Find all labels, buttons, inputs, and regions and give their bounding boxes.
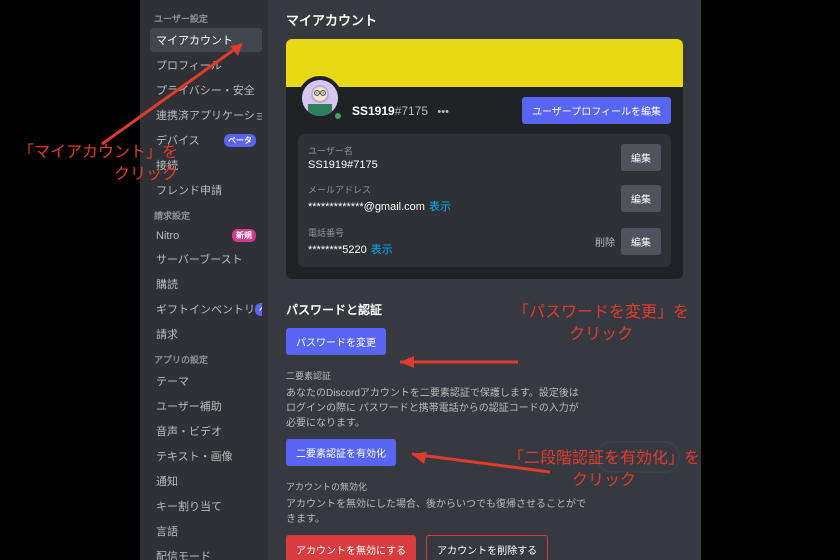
sidebar-item[interactable]: 請求 xyxy=(150,322,262,346)
field-email: メールアドレス *************@gmail.com表示 編集 xyxy=(298,177,671,220)
avatar[interactable] xyxy=(298,102,342,120)
account-fields: ユーザー名 SS1919#7175 編集 メールアドレス ***********… xyxy=(298,134,671,267)
sidebar-item[interactable]: 音声・ビデオ xyxy=(150,419,262,443)
sidebar-item-label: プライバシー・安全 xyxy=(156,82,255,98)
status-online-icon xyxy=(332,110,344,122)
delete-account-button[interactable]: アカウントを削除する xyxy=(426,535,548,560)
sidebar-badge: 新規 xyxy=(232,229,256,242)
sidebar-item-label: Nitro xyxy=(156,230,179,242)
edit-profile-button[interactable]: ユーザープロフィールを編集 xyxy=(522,97,671,124)
sidebar-item-label: 請求 xyxy=(156,326,178,342)
reveal-email-link[interactable]: 表示 xyxy=(429,201,451,213)
sidebar-item-label: キー割り当て xyxy=(156,498,222,514)
sidebar-item-label: マイアカウント xyxy=(156,32,233,48)
change-password-button[interactable]: パスワードを変更 xyxy=(286,328,386,355)
account-removal-title: アカウントの無効化 xyxy=(286,480,683,493)
sidebar-item-label: 言語 xyxy=(156,523,178,539)
mfa-title: 二要素認証 xyxy=(286,369,683,382)
sidebar-item[interactable]: 言語 xyxy=(150,519,262,543)
sidebar-item[interactable]: サーバーブースト xyxy=(150,247,262,271)
sidebar-badge: ベータ xyxy=(224,134,256,147)
sidebar-item-label: 接続 xyxy=(156,157,178,173)
sidebar-item[interactable]: ギフトインベントリベータ xyxy=(150,297,262,321)
sidebar-item[interactable]: 接続 xyxy=(150,153,262,177)
sidebar-item-label: 配信モード xyxy=(156,548,211,560)
sidebar-badge: ベータ xyxy=(255,303,262,316)
edit-username-button[interactable]: 編集 xyxy=(621,144,661,171)
sidebar-item[interactable]: Nitro 新規 xyxy=(150,225,262,246)
sidebar-item[interactable]: テキスト・画像 xyxy=(150,444,262,468)
sidebar-item[interactable]: フレンド申請 xyxy=(150,178,262,202)
mfa-description: あなたのDiscordアカウントを二要素認証で保護します。設定後はログインの際に… xyxy=(286,386,586,431)
sidebar-item[interactable]: 連携済アプリケーショ… xyxy=(150,103,262,127)
sidebar-item[interactable]: 配信モード xyxy=(150,544,262,560)
edit-email-button[interactable]: 編集 xyxy=(621,185,661,212)
page-title: マイアカウント xyxy=(286,10,683,29)
password-auth-title: パスワードと認証 xyxy=(286,301,683,318)
sidebar-item[interactable]: 購読 xyxy=(150,272,262,296)
username-display: SS1919#7175 xyxy=(352,104,431,118)
sidebar-item-label: サーバーブースト xyxy=(156,251,243,267)
sidebar-item[interactable]: プライバシー・安全 xyxy=(150,78,262,102)
sidebar-item[interactable]: 通知 xyxy=(150,469,262,493)
sidebar-item-label: ユーザー補助 xyxy=(156,398,222,414)
sidebar-item[interactable]: キー割り当て xyxy=(150,494,262,518)
sidebar-item-label: 通知 xyxy=(156,473,178,489)
sidebar-group-header: ユーザー設定 xyxy=(150,6,262,28)
sidebar-item-label: テキスト・画像 xyxy=(156,448,233,464)
disable-account-button[interactable]: アカウントを無効にする xyxy=(286,535,416,560)
sidebar-item-label: デバイス xyxy=(156,132,200,148)
controller-decoration-icon xyxy=(593,432,683,478)
reveal-phone-link[interactable]: 表示 xyxy=(371,244,393,256)
profile-banner xyxy=(286,39,683,87)
sidebar-group-header: アプリの設定 xyxy=(150,347,262,369)
edit-phone-button[interactable]: 編集 xyxy=(621,228,661,255)
sidebar-item[interactable]: プロフィール xyxy=(150,53,262,77)
settings-sidebar: ユーザー設定マイアカウントプロフィールプライバシー・安全連携済アプリケーショ… デ… xyxy=(140,0,268,560)
field-username: ユーザー名 SS1919#7175 編集 xyxy=(298,138,671,177)
sidebar-item-label: 購読 xyxy=(156,276,178,292)
field-phone: 電話番号 ********5220表示 削除 編集 xyxy=(298,220,671,263)
sidebar-item[interactable]: デバイス ベータ xyxy=(150,128,262,152)
sidebar-item-label: フレンド申請 xyxy=(156,182,222,198)
enable-mfa-button[interactable]: 二要素認証を有効化 xyxy=(286,439,396,466)
account-card: SS1919#7175 ••• ユーザープロフィールを編集 ユーザー名 SS19… xyxy=(286,39,683,279)
delete-phone-link[interactable]: 削除 xyxy=(595,234,615,249)
sidebar-group-header: 請求設定 xyxy=(150,203,262,225)
more-menu-icon[interactable]: ••• xyxy=(437,106,449,118)
sidebar-item-label: 音声・ビデオ xyxy=(156,423,222,439)
sidebar-item-label: テーマ xyxy=(156,373,189,389)
settings-content: マイアカウント xyxy=(268,0,701,560)
sidebar-item-label: 連携済アプリケーショ… xyxy=(156,107,262,123)
sidebar-item[interactable]: マイアカウント xyxy=(150,28,262,52)
sidebar-item[interactable]: テーマ xyxy=(150,369,262,393)
sidebar-item-label: プロフィール xyxy=(156,57,222,73)
avatar-image xyxy=(302,80,338,116)
account-removal-desc: アカウントを無効にした場合、後からいつでも復帰させることができます。 xyxy=(286,497,586,527)
sidebar-item[interactable]: ユーザー補助 xyxy=(150,394,262,418)
sidebar-item-label: ギフトインベントリ xyxy=(156,301,255,317)
